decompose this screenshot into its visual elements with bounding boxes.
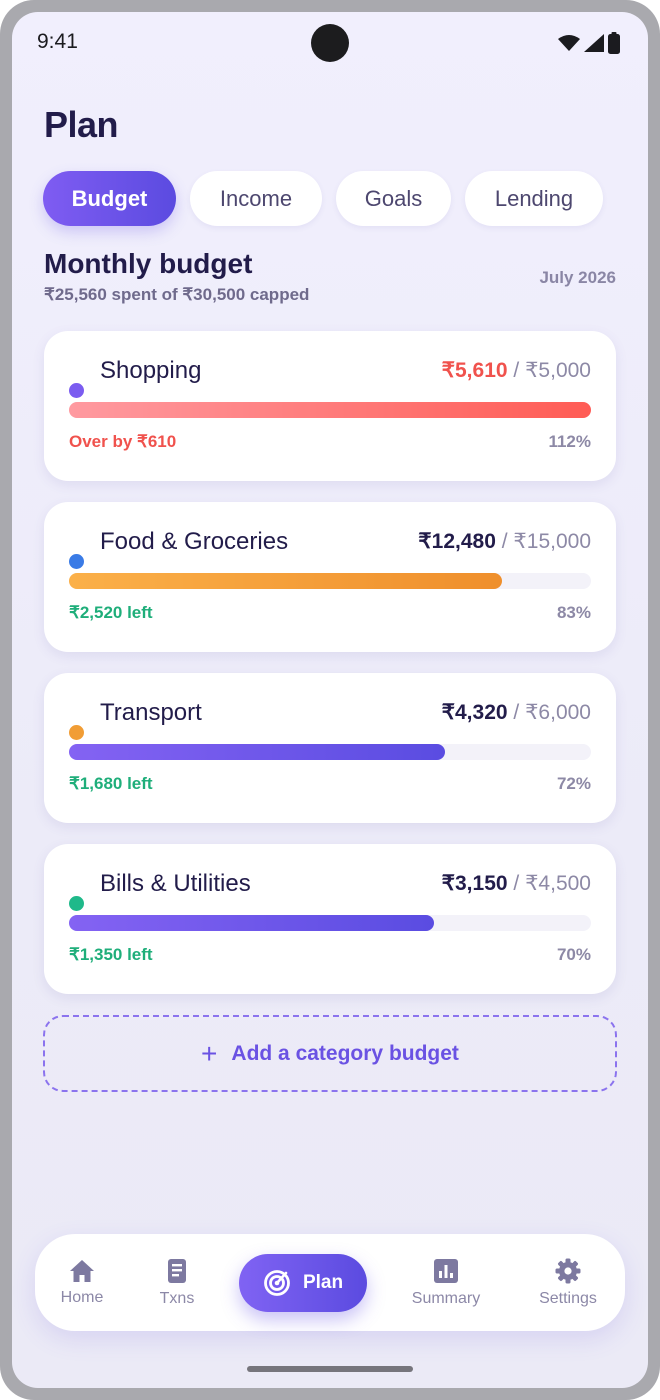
category-name: Shopping: [100, 357, 202, 384]
section-title: Monthly budget: [44, 248, 253, 279]
tab-budget[interactable]: Budget: [43, 171, 176, 226]
spent-amount: ₹5,610: [441, 359, 508, 382]
cap-amount: / ₹5,000: [513, 359, 591, 382]
budget-status: ₹1,680 left: [69, 774, 153, 793]
period-selector[interactable]: July 2026: [539, 268, 616, 288]
signal-icon: [584, 34, 604, 52]
category-dot: [69, 554, 84, 569]
progress-track: [69, 915, 591, 931]
budget-percent: 70%: [556, 945, 591, 964]
plus-icon: +: [201, 1037, 218, 1069]
category-name: Food & Groceries: [100, 528, 289, 555]
budget-card-bills-utilities[interactable]: Bills & Utilities ₹3,150 / ₹4,500 ₹1,350…: [44, 844, 616, 994]
receipt-icon: [168, 1258, 186, 1283]
budget-amounts: ₹3,150 / ₹4,500: [442, 871, 591, 896]
progress-track: [69, 402, 591, 418]
tab-lending[interactable]: Lending: [465, 171, 603, 226]
budget-percent: 83%: [556, 603, 591, 622]
progress-track: [69, 744, 591, 760]
app-screen: 9:41 Plan Budget Income Goals Lending Mo…: [12, 12, 648, 1388]
add-category-budget-button[interactable]: + Add a category budget: [43, 1015, 617, 1092]
cap-amount: / ₹15,000: [501, 530, 591, 553]
budget-card-food-groceries[interactable]: Food & Groceries ₹12,480 / ₹15,000 ₹2,52…: [44, 502, 616, 652]
nav-plan[interactable]: Plan: [239, 1254, 367, 1312]
home-indicator: [247, 1366, 413, 1372]
nav-summary[interactable]: Summary: [409, 1234, 483, 1331]
home-icon: [70, 1259, 94, 1282]
plan-tabs: Budget Income Goals Lending: [43, 171, 603, 226]
tab-income[interactable]: Income: [190, 171, 322, 226]
budget-percent: 112%: [548, 432, 591, 451]
nav-txns[interactable]: Txns: [155, 1234, 199, 1331]
wifi-icon: [558, 35, 580, 51]
page-title: Plan: [44, 104, 119, 145]
battery-icon: [608, 32, 620, 54]
budget-card-shopping[interactable]: Shopping ₹5,610 / ₹5,000 Over by ₹610 11…: [44, 331, 616, 481]
cap-amount: / ₹4,500: [513, 872, 591, 895]
category-dot: [69, 896, 84, 911]
target-icon: [264, 1270, 290, 1296]
category-name: Transport: [100, 699, 202, 726]
system-icons: [558, 32, 620, 54]
nav-home-label: Home: [60, 1288, 104, 1306]
budget-status: ₹2,520 left: [69, 603, 153, 622]
spent-amount: ₹12,480: [418, 530, 496, 553]
nav-plan-label: Plan: [302, 1272, 344, 1293]
chart-icon: [434, 1258, 458, 1283]
camera-cutout: [311, 24, 349, 62]
budget-status: ₹1,350 left: [69, 945, 153, 964]
nav-summary-label: Summary: [411, 1289, 481, 1307]
gear-icon: [555, 1258, 581, 1283]
progress-fill: [69, 573, 503, 589]
nav-txns-label: Txns: [159, 1289, 195, 1307]
device-frame: 9:41 Plan Budget Income Goals Lending Mo…: [0, 0, 660, 1400]
progress-fill: [69, 915, 435, 931]
budget-amounts: ₹4,320 / ₹6,000: [442, 700, 591, 725]
tab-goals[interactable]: Goals: [336, 171, 451, 226]
status-time: 9:41: [37, 30, 78, 53]
progress-fill: [69, 402, 591, 418]
spent-amount: ₹3,150: [441, 872, 508, 895]
budget-amounts: ₹5,610 / ₹5,000: [442, 358, 591, 383]
progress-fill: [69, 744, 445, 760]
category-dot: [69, 383, 84, 398]
nav-settings[interactable]: Settings: [535, 1234, 601, 1331]
add-category-label: Add a category budget: [231, 1041, 459, 1065]
bottom-nav: Home Txns Plan Summary Settings: [35, 1234, 625, 1331]
budget-amounts: ₹12,480 / ₹15,000: [418, 529, 591, 554]
progress-track: [69, 573, 591, 589]
budget-card-transport[interactable]: Transport ₹4,320 / ₹6,000 ₹1,680 left 72…: [44, 673, 616, 823]
status-bar: 9:41: [12, 12, 648, 72]
category-dot: [69, 725, 84, 740]
nav-settings-label: Settings: [539, 1289, 597, 1307]
category-name: Bills & Utilities: [100, 870, 251, 897]
spent-amount: ₹4,320: [441, 701, 508, 724]
cap-amount: / ₹6,000: [513, 701, 591, 724]
section-subtitle: ₹25,560 spent of ₹30,500 capped: [44, 285, 310, 304]
nav-home[interactable]: Home: [55, 1234, 109, 1331]
budget-percent: 72%: [556, 774, 591, 793]
budget-status: Over by ₹610: [69, 432, 177, 451]
